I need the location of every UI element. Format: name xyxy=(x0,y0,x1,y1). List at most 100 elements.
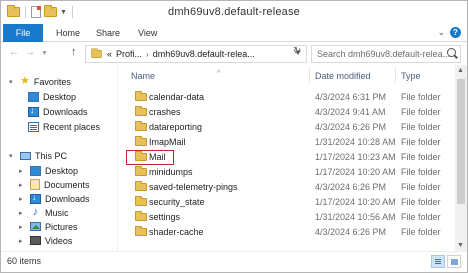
table-row[interactable]: settings 1/31/2024 10:56 AM File folder xyxy=(119,210,461,224)
breadcrumb-current[interactable]: dmh69uv8.default-releа... xyxy=(153,49,255,59)
file-type: File folder xyxy=(401,212,441,222)
desktop-icon xyxy=(30,165,41,176)
breadcrumb-profiles[interactable]: Profi... xyxy=(116,49,142,59)
ribbon-tabs: File Home Share View ⌄ ? xyxy=(1,24,467,42)
table-row[interactable]: calendar-data 4/3/2024 6:31 PM File fold… xyxy=(119,90,461,104)
nav-item-recent-places[interactable]: Recent places xyxy=(28,120,100,133)
file-date: 4/3/2024 6:31 PM xyxy=(315,92,387,102)
nav-item-pictures[interactable]: ▸ Pictures xyxy=(19,220,78,233)
nav-item-label: Desktop xyxy=(43,91,77,102)
file-date: 4/3/2024 9:41 AM xyxy=(315,107,386,117)
file-name: saved-telemetry-pings xyxy=(149,182,238,192)
table-row[interactable]: security_state 1/17/2024 10:20 AM File f… xyxy=(119,195,461,209)
tab-view[interactable]: View xyxy=(138,24,157,42)
search-input[interactable]: Search dmh69uv8.default-releа... xyxy=(311,45,461,63)
file-date: 1/17/2024 10:20 AM xyxy=(315,167,396,177)
tab-home[interactable]: Home xyxy=(56,24,80,42)
file-date: 1/31/2024 10:56 AM xyxy=(315,212,396,222)
folder-icon xyxy=(135,151,147,161)
address-bar[interactable]: « Profi... › dmh69uv8.default-releа... ▼ xyxy=(85,45,307,63)
expand-arrow-icon[interactable]: ▸ xyxy=(19,195,26,203)
desktop-icon xyxy=(28,91,39,102)
file-type: File folder xyxy=(401,167,441,177)
breadcrumb-overflow[interactable]: « xyxy=(107,49,112,59)
column-divider[interactable] xyxy=(309,67,310,83)
help-icon[interactable]: ? xyxy=(450,27,461,38)
nav-item-music[interactable]: ▸ ♪ Music xyxy=(19,206,69,219)
file-date: 1/31/2024 10:28 AM xyxy=(315,137,396,147)
file-date: 4/3/2024 6:26 PM xyxy=(315,227,387,237)
collapse-arrow-icon[interactable]: ▾ xyxy=(9,78,16,86)
recent-locations-icon[interactable]: ▼ xyxy=(41,50,48,57)
table-row[interactable]: crashes 4/3/2024 9:41 AM File folder xyxy=(119,105,461,119)
file-name: datareporting xyxy=(149,122,203,132)
folder-icon xyxy=(135,196,147,206)
expand-arrow-icon[interactable]: ▸ xyxy=(19,223,26,231)
nav-item-desktop[interactable]: Desktop xyxy=(28,90,76,103)
folder-icon xyxy=(135,181,147,191)
tab-share[interactable]: Share xyxy=(96,24,120,42)
folder-icon xyxy=(135,166,147,176)
nav-item-videos[interactable]: ▸ Videos xyxy=(19,234,72,247)
details-view-icon[interactable] xyxy=(431,255,445,268)
column-header-date[interactable]: Date modified xyxy=(315,69,395,83)
file-type: File folder xyxy=(401,107,441,117)
nav-item-label: Videos xyxy=(45,235,73,246)
folder-icon xyxy=(135,211,147,221)
title-bar: ▼ dmh69uv8.default-release xyxy=(1,1,467,24)
nav-this-pc-label: This PC xyxy=(35,150,68,161)
table-row[interactable]: ImapMail 1/31/2024 10:28 AM File folder xyxy=(119,135,461,149)
file-list: Name ^ Date modified Type calendar-data … xyxy=(119,65,467,251)
folder-icon xyxy=(135,136,147,146)
chevron-right-icon[interactable]: › xyxy=(146,50,149,59)
file-date: 4/3/2024 6:26 PM xyxy=(315,182,387,192)
nav-item-label: Music xyxy=(45,207,69,218)
expand-arrow-icon[interactable]: ▸ xyxy=(19,167,26,175)
refresh-icon[interactable]: ↻ xyxy=(293,46,301,57)
file-name: calendar-data xyxy=(149,92,205,102)
table-row[interactable]: datareporting 4/3/2024 6:26 PM File fold… xyxy=(119,120,461,134)
file-type: File folder xyxy=(401,227,441,237)
table-row[interactable]: minidumps 1/17/2024 10:20 AM File folder xyxy=(119,165,461,179)
tab-file[interactable]: File xyxy=(3,24,43,42)
nav-item-documents[interactable]: ▸ Documents xyxy=(19,178,90,191)
nav-item-label: Documents xyxy=(44,179,90,190)
window-title: dmh69uv8.default-release xyxy=(168,6,300,18)
file-date: 1/17/2024 10:23 AM xyxy=(315,152,396,162)
column-divider[interactable] xyxy=(395,67,396,83)
column-header-type[interactable]: Type xyxy=(401,69,451,83)
status-bar: 60 items xyxy=(1,251,467,272)
column-header-name[interactable]: Name ^ xyxy=(131,69,311,83)
expand-ribbon-icon[interactable]: ⌄ xyxy=(437,27,445,38)
search-icon xyxy=(447,48,456,57)
table-row[interactable]: saved-telemetry-pings 4/3/2024 6:26 PM F… xyxy=(119,180,461,194)
scroll-down-icon[interactable]: ▼ xyxy=(457,242,464,249)
forward-arrow-icon[interactable]: → xyxy=(25,47,35,58)
vertical-scrollbar[interactable]: ▲ ▼ xyxy=(455,65,467,251)
nav-item-downloads[interactable]: Downloads xyxy=(28,105,88,118)
nav-item-desktop[interactable]: ▸ Desktop xyxy=(19,164,78,177)
item-count: 60 items xyxy=(7,256,42,266)
file-type: File folder xyxy=(401,122,441,132)
back-arrow-icon[interactable]: ← xyxy=(9,47,19,58)
table-row[interactable]: shader-cache 4/3/2024 6:26 PM File folde… xyxy=(119,225,461,239)
expand-arrow-icon[interactable]: ▸ xyxy=(19,237,26,245)
file-type: File folder xyxy=(401,152,441,162)
up-arrow-icon[interactable]: ↑ xyxy=(71,46,77,58)
file-type: File folder xyxy=(401,137,441,147)
collapse-arrow-icon[interactable]: ▾ xyxy=(9,152,16,160)
nav-item-label: Downloads xyxy=(43,106,88,117)
nav-item-downloads[interactable]: ▸ Downloads xyxy=(19,192,90,205)
scrollbar-thumb[interactable] xyxy=(457,79,465,204)
navigation-pane: ▾ ★ Favorites Desktop Downloads Recent p… xyxy=(1,65,118,251)
nav-this-pc[interactable]: ▾ This PC xyxy=(9,149,67,162)
expand-arrow-icon[interactable]: ▸ xyxy=(19,209,26,217)
table-row-mail[interactable]: Mail 1/17/2024 10:23 AM File folder xyxy=(119,150,461,165)
scroll-up-icon[interactable]: ▲ xyxy=(457,67,464,74)
nav-favorites[interactable]: ▾ ★ Favorites xyxy=(9,75,71,88)
large-icons-view-icon[interactable] xyxy=(447,255,461,268)
star-icon: ★ xyxy=(20,75,30,87)
downloads-icon xyxy=(28,105,39,117)
file-name: ImapMail xyxy=(149,137,186,147)
expand-arrow-icon[interactable]: ▸ xyxy=(19,181,26,189)
